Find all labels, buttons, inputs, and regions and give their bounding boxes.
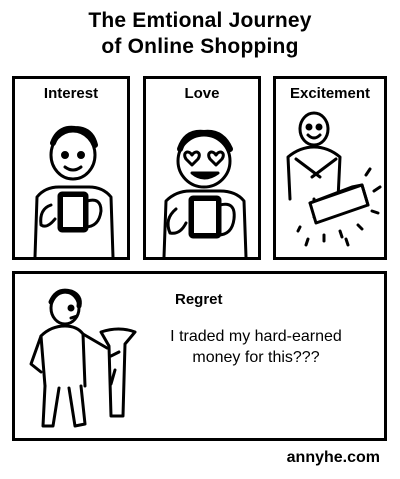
regret-speech-text: I traded my hard-earned money for this??… — [170, 328, 342, 366]
title-line-1: The Emtional Journey — [88, 9, 312, 32]
panel-regret: Regret I traded my hard-earned money for… — [12, 271, 387, 441]
person-holding-phone-illustration — [33, 125, 115, 257]
panel-excitement: Excitement — [273, 76, 387, 260]
panel-interest: Interest — [12, 76, 130, 260]
title-line-2: of Online Shopping — [101, 35, 299, 58]
comic-title: The Emtional Journey of Online Shopping — [0, 8, 400, 60]
person-with-package-illustration — [286, 111, 382, 247]
panel-love: Love — [143, 76, 261, 260]
credit-url[interactable]: annyhe.com — [287, 449, 380, 467]
person-heart-eyes-illustration — [162, 129, 248, 257]
